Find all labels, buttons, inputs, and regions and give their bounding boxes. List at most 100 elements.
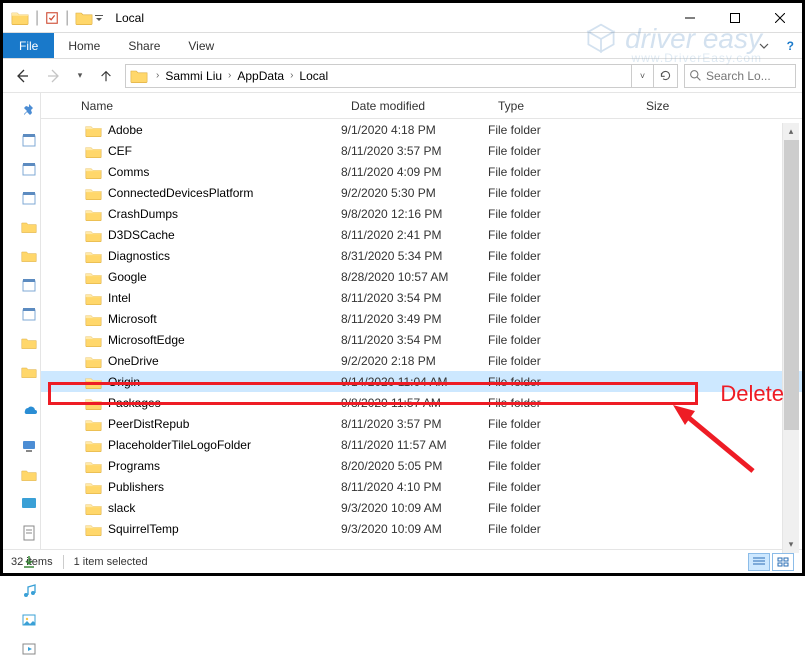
qat-dropdown-icon[interactable]	[95, 14, 103, 22]
table-row[interactable]: Microsoft8/11/2020 3:49 PMFile folder	[41, 308, 802, 329]
forward-button[interactable]	[41, 63, 67, 89]
table-row[interactable]: Diagnostics8/31/2020 5:34 PMFile folder	[41, 245, 802, 266]
file-name: OneDrive	[108, 354, 159, 368]
file-type: File folder	[488, 438, 636, 452]
table-row[interactable]: CEF8/11/2020 3:57 PMFile folder	[41, 140, 802, 161]
up-button[interactable]	[93, 63, 119, 89]
file-type: File folder	[488, 396, 636, 410]
table-row[interactable]: PlaceholderTileLogoFolder8/11/2020 11:57…	[41, 434, 802, 455]
file-name: SquirrelTemp	[108, 522, 179, 536]
ribbon-expand-button[interactable]	[749, 33, 779, 58]
details-view-button[interactable]	[748, 553, 770, 571]
file-date: 9/3/2020 10:09 AM	[341, 522, 488, 536]
table-row[interactable]: OneDrive9/2/2020 2:18 PMFile folder	[41, 350, 802, 371]
music-icon	[21, 581, 37, 601]
breadcrumb[interactable]: Local	[297, 69, 330, 83]
table-row[interactable]: Origin9/14/2020 11:04 AMFile folder	[41, 371, 802, 392]
file-type: File folder	[488, 291, 636, 305]
column-date[interactable]: Date modified	[341, 93, 488, 118]
search-icon	[689, 69, 702, 82]
minimize-button[interactable]	[667, 4, 712, 32]
scroll-up-button[interactable]: ▴	[783, 123, 799, 140]
table-row[interactable]: Intel8/11/2020 3:54 PMFile folder	[41, 287, 802, 308]
table-row[interactable]: Comms8/11/2020 4:09 PMFile folder	[41, 161, 802, 182]
file-name: Adobe	[108, 123, 143, 137]
file-type: File folder	[488, 312, 636, 326]
file-date: 8/11/2020 3:57 PM	[341, 417, 488, 431]
open-folder-icon[interactable]	[75, 10, 93, 25]
file-type: File folder	[488, 417, 636, 431]
table-row[interactable]: slack9/3/2020 10:09 AMFile folder	[41, 497, 802, 518]
help-button[interactable]: ?	[779, 33, 802, 58]
tab-view[interactable]: View	[174, 33, 228, 58]
scroll-down-button[interactable]: ▾	[783, 536, 799, 553]
tab-home[interactable]: Home	[54, 33, 114, 58]
vertical-scrollbar[interactable]: ▴ ▾	[782, 123, 799, 553]
nav-row: ▾ › Sammi Liu › AppData › Local ˅ Search…	[3, 59, 802, 93]
table-row[interactable]: Adobe9/1/2020 4:18 PMFile folder	[41, 119, 802, 140]
chevron-right-icon[interactable]: ›	[152, 70, 163, 81]
file-name: D3DSCache	[108, 228, 175, 242]
videos-icon	[21, 639, 37, 659]
history-dropdown[interactable]: ▾	[73, 70, 87, 81]
file-name: MicrosoftEdge	[108, 333, 185, 347]
file-name: CrashDumps	[108, 207, 178, 221]
breadcrumb[interactable]: Sammi Liu	[163, 69, 224, 83]
qat-separator: |	[65, 9, 69, 27]
recent-icon	[21, 304, 37, 324]
column-size[interactable]: Size	[636, 93, 716, 118]
scroll-thumb[interactable]	[784, 140, 799, 430]
table-row[interactable]: Programs8/20/2020 5:05 PMFile folder	[41, 455, 802, 476]
close-button[interactable]	[757, 4, 802, 32]
file-date: 8/11/2020 3:54 PM	[341, 291, 488, 305]
onedrive-icon	[21, 399, 37, 419]
chevron-right-icon[interactable]: ›	[286, 70, 297, 81]
status-selection: 1 item selected	[74, 556, 148, 568]
app-folder-icon	[11, 10, 29, 25]
status-bar: 32 items 1 item selected	[3, 549, 802, 573]
column-type[interactable]: Type	[488, 93, 636, 118]
chevron-right-icon[interactable]: ›	[224, 70, 235, 81]
file-name: Microsoft	[108, 312, 157, 326]
file-date: 9/14/2020 11:04 AM	[341, 375, 488, 389]
table-row[interactable]: D3DSCache 8/11/2020 2:41 PMFile folder	[41, 224, 802, 245]
maximize-button[interactable]	[712, 4, 757, 32]
search-input[interactable]: Search Lo...	[684, 64, 796, 88]
back-button[interactable]	[9, 63, 35, 89]
table-row[interactable]: MicrosoftEdge8/11/2020 3:54 PMFile folde…	[41, 329, 802, 350]
status-separator	[63, 555, 64, 569]
file-date: 8/11/2020 2:41 PM	[341, 228, 488, 242]
address-bar[interactable]: › Sammi Liu › AppData › Local ˅	[125, 64, 678, 88]
pin-icon	[21, 101, 37, 121]
table-row[interactable]: ConnectedDevicesPlatform9/2/2020 5:30 PM…	[41, 182, 802, 203]
column-name[interactable]: Name	[41, 93, 341, 118]
address-folder-icon	[130, 68, 148, 83]
thispc-icon	[21, 436, 37, 456]
table-row[interactable]: Packages9/8/2020 11:57 AMFile folder	[41, 392, 802, 413]
tab-file[interactable]: File	[3, 33, 54, 58]
folder-icon	[21, 362, 37, 382]
table-row[interactable]: Google8/28/2020 10:57 AMFile folder	[41, 266, 802, 287]
file-name: CEF	[108, 144, 132, 158]
file-type: File folder	[488, 228, 636, 242]
file-type: File folder	[488, 354, 636, 368]
table-row[interactable]: CrashDumps9/8/2020 12:16 PMFile folder	[41, 203, 802, 224]
table-row[interactable]: Publishers8/11/2020 4:10 PMFile folder	[41, 476, 802, 497]
file-name: Publishers	[108, 480, 164, 494]
file-type: File folder	[488, 459, 636, 473]
navigation-pane[interactable]	[3, 93, 41, 549]
qat-separator: |	[35, 9, 39, 27]
file-list[interactable]: Adobe9/1/2020 4:18 PMFile folderCEF8/11/…	[41, 119, 802, 549]
ribbon-tabs: File Home Share View ?	[3, 33, 802, 59]
breadcrumb[interactable]: AppData	[235, 69, 286, 83]
address-dropdown[interactable]: ˅	[631, 65, 653, 87]
recent-icon	[21, 188, 37, 208]
table-row[interactable]: PeerDistRepub8/11/2020 3:57 PMFile folde…	[41, 413, 802, 434]
refresh-button[interactable]	[653, 65, 677, 87]
properties-icon[interactable]	[45, 11, 59, 25]
file-type: File folder	[488, 522, 636, 536]
tab-share[interactable]: Share	[114, 33, 174, 58]
file-name: Packages	[108, 396, 161, 410]
table-row[interactable]: SquirrelTemp 9/3/2020 10:09 AMFile folder	[41, 518, 802, 539]
large-icons-view-button[interactable]	[772, 553, 794, 571]
